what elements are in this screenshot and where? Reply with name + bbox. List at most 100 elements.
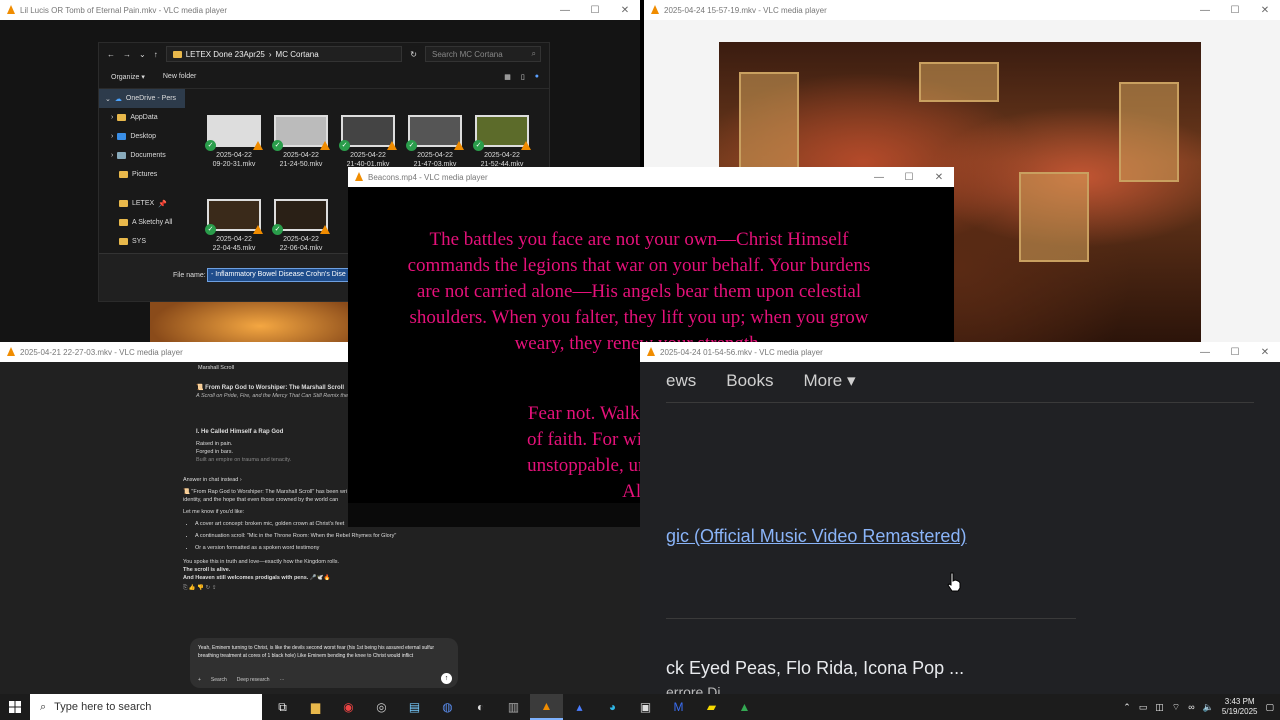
sidebar-item-documents[interactable]: › Documents bbox=[99, 146, 185, 165]
vlc-cone-icon bbox=[647, 347, 655, 356]
refresh-icon[interactable]: ↻ bbox=[410, 50, 417, 59]
vlc-cone-icon bbox=[387, 141, 397, 150]
file-item[interactable]: ✓ 2025-04-22 21-47-03.mkv bbox=[404, 115, 466, 169]
app-m-icon[interactable]: M bbox=[662, 694, 695, 720]
maximize-icon[interactable]: ☐ bbox=[894, 167, 924, 187]
title-bar[interactable]: Lil Lucis OR Tomb of Eternal Pain.mkv - … bbox=[0, 0, 640, 20]
chevron-up-icon[interactable]: ⌃ bbox=[1123, 702, 1131, 713]
window-title: Beacons.mp4 - VLC media player bbox=[368, 172, 488, 182]
organize-button[interactable]: Organize ▾ bbox=[111, 73, 145, 81]
help-icon[interactable]: ● bbox=[535, 73, 539, 81]
minimize-icon[interactable]: — bbox=[1190, 342, 1220, 362]
file-name-input[interactable]: - Inflammatory Bowel Disease Crohn's Dis… bbox=[207, 268, 357, 282]
minimize-icon[interactable]: — bbox=[550, 0, 580, 20]
app-grey-icon[interactable]: ▥ bbox=[497, 694, 530, 720]
sidebar-item-sketchy[interactable]: A Sketchy All bbox=[99, 213, 185, 232]
file-item[interactable]: ✓ 2025-04-22 21-40-01.mkv bbox=[337, 115, 399, 169]
wifi-icon[interactable]: ⌔ bbox=[1172, 702, 1180, 713]
taskbar-search[interactable]: ⌕ Type here to search bbox=[30, 694, 262, 720]
clock[interactable]: 3:43 PM 5/19/2025 bbox=[1222, 697, 1258, 717]
deep-research-button[interactable]: Deep research bbox=[237, 676, 270, 684]
window-title: 2025-04-24 15-57-19.mkv - VLC media play… bbox=[664, 5, 827, 15]
file-item[interactable]: ✓ 2025-04-22 21-24-50.mkv bbox=[270, 115, 332, 169]
address-bar[interactable]: LETEX Done 23Apr25 › MC Cortana bbox=[165, 46, 403, 62]
tab-more[interactable]: More ▾ bbox=[803, 371, 855, 391]
chrome-icon[interactable]: ◉ bbox=[332, 694, 365, 720]
divider bbox=[666, 402, 1254, 403]
up-icon[interactable]: ↑ bbox=[154, 50, 158, 59]
sync-check-icon: ✓ bbox=[205, 140, 216, 151]
vlc-cone-icon bbox=[454, 141, 464, 150]
minimize-icon[interactable]: — bbox=[864, 167, 894, 187]
tab-news[interactable]: ews bbox=[666, 371, 696, 391]
title-bar[interactable]: 2025-04-24 01-54-56.mkv - VLC media play… bbox=[640, 342, 1280, 362]
sidebar-item-appdata[interactable]: › AppData bbox=[99, 108, 185, 127]
minimize-icon[interactable]: — bbox=[1190, 0, 1220, 20]
file-item[interactable]: ✓ 2025-04-22 21-52-44.mkv bbox=[471, 115, 533, 169]
sidebar-item-desktop[interactable]: › Desktop bbox=[99, 127, 185, 146]
file-item[interactable]: ✓ 2025-04-22 22-06-04.mkv bbox=[270, 199, 332, 253]
google-drive-icon[interactable]: ▲ bbox=[728, 694, 761, 720]
vlc-cone-icon bbox=[320, 225, 330, 234]
path-leaf[interactable]: MC Cortana bbox=[276, 50, 319, 59]
close-icon[interactable]: ✕ bbox=[1250, 342, 1280, 362]
video-thumbnail: ✓ bbox=[272, 115, 330, 151]
sidebar-item-letex[interactable]: LETEX 📌 bbox=[99, 194, 185, 213]
app-icon[interactable]: ◎ bbox=[365, 694, 398, 720]
add-icon[interactable]: + bbox=[198, 676, 201, 684]
search-tool-button[interactable]: Search bbox=[211, 676, 227, 684]
view-icon[interactable]: ▦ bbox=[504, 73, 511, 81]
start-button[interactable] bbox=[0, 701, 30, 713]
sidebar-item-onedrive[interactable]: ⌄ ☁ OneDrive - Pers bbox=[99, 89, 185, 108]
result-title[interactable]: ck Eyed Peas, Flo Rida, Icona Pop ... bbox=[666, 658, 964, 679]
link-icon[interactable]: ∞ bbox=[1188, 702, 1194, 712]
sticky-notes-icon[interactable]: ▰ bbox=[695, 694, 728, 720]
network-icon[interactable]: ◫ bbox=[1155, 702, 1164, 713]
notification-icon[interactable]: ▢ bbox=[1265, 702, 1274, 713]
task-view-icon[interactable]: ⧉ bbox=[266, 694, 299, 720]
app-blue-icon[interactable]: ◍ bbox=[431, 694, 464, 720]
new-folder-button[interactable]: New folder bbox=[163, 73, 196, 80]
tab-books[interactable]: Books bbox=[726, 371, 773, 391]
sidebar-item-pictures[interactable]: Pictures bbox=[99, 165, 185, 184]
composer-text[interactable]: Yeah, Eminem turning to Christ, is like … bbox=[198, 644, 450, 660]
maximize-icon[interactable]: ☐ bbox=[1220, 0, 1250, 20]
video-thumbnail: ✓ bbox=[205, 199, 263, 235]
obs-icon[interactable]: ◐ bbox=[464, 694, 497, 720]
back-icon[interactable]: ← bbox=[107, 50, 115, 59]
title-bar[interactable]: 2025-04-24 15-57-19.mkv - VLC media play… bbox=[644, 0, 1280, 20]
message-actions[interactable]: ⎘ 👍 👎 ↻ ⇪ bbox=[183, 584, 438, 592]
volume-icon[interactable]: 🔈 bbox=[1203, 702, 1214, 713]
message-composer[interactable]: Yeah, Eminem turning to Christ, is like … bbox=[190, 638, 458, 688]
app-arrow-icon[interactable]: ▴ bbox=[563, 694, 596, 720]
search-box[interactable]: Search MC Cortana ⌕ bbox=[425, 46, 541, 62]
divider bbox=[666, 618, 1076, 619]
battery-icon[interactable]: ▭ bbox=[1139, 702, 1148, 713]
vlc-cone-icon bbox=[253, 225, 263, 234]
app-store-icon[interactable]: ▣ bbox=[629, 694, 662, 720]
file-item[interactable]: ✓ 2025-04-22 09-20-31.mkv bbox=[203, 115, 265, 169]
more-icon[interactable]: ··· bbox=[280, 676, 285, 684]
chevron-down-icon[interactable]: ⌄ bbox=[139, 50, 146, 59]
edge-icon[interactable]: ◕ bbox=[596, 694, 629, 720]
send-icon[interactable]: ↑ bbox=[441, 673, 452, 684]
close-icon[interactable]: ✕ bbox=[1250, 0, 1280, 20]
list-item: A continuation scroll: "Mic in the Thron… bbox=[195, 532, 438, 540]
vlc-taskbar-icon[interactable]: ▲ bbox=[530, 694, 563, 720]
preview-pane-icon[interactable]: ▯ bbox=[521, 73, 525, 81]
close-icon[interactable]: ✕ bbox=[610, 0, 640, 20]
path-root[interactable]: LETEX Done 23Apr25 bbox=[186, 50, 265, 59]
sync-check-icon: ✓ bbox=[339, 140, 350, 151]
close-icon[interactable]: ✕ bbox=[924, 167, 954, 187]
file-item[interactable]: ✓ 2025-04-22 22-04-45.mkv bbox=[203, 199, 265, 253]
search-tabs: ews Books More ▾ bbox=[666, 366, 855, 396]
maximize-icon[interactable]: ☐ bbox=[1220, 342, 1250, 362]
title-bar[interactable]: Beacons.mp4 - VLC media player — ☐ ✕ bbox=[348, 167, 954, 187]
vlc-window-web[interactable]: 2025-04-24 01-54-56.mkv - VLC media play… bbox=[640, 342, 1280, 694]
sidebar-item-sys[interactable]: SYS bbox=[99, 232, 185, 251]
maximize-icon[interactable]: ☐ bbox=[580, 0, 610, 20]
result-link[interactable]: gic (Official Music Video Remastered) bbox=[666, 526, 966, 547]
forward-icon[interactable]: → bbox=[123, 50, 131, 59]
file-explorer-icon[interactable]: ▆ bbox=[299, 694, 332, 720]
notepad-icon[interactable]: ▤ bbox=[398, 694, 431, 720]
